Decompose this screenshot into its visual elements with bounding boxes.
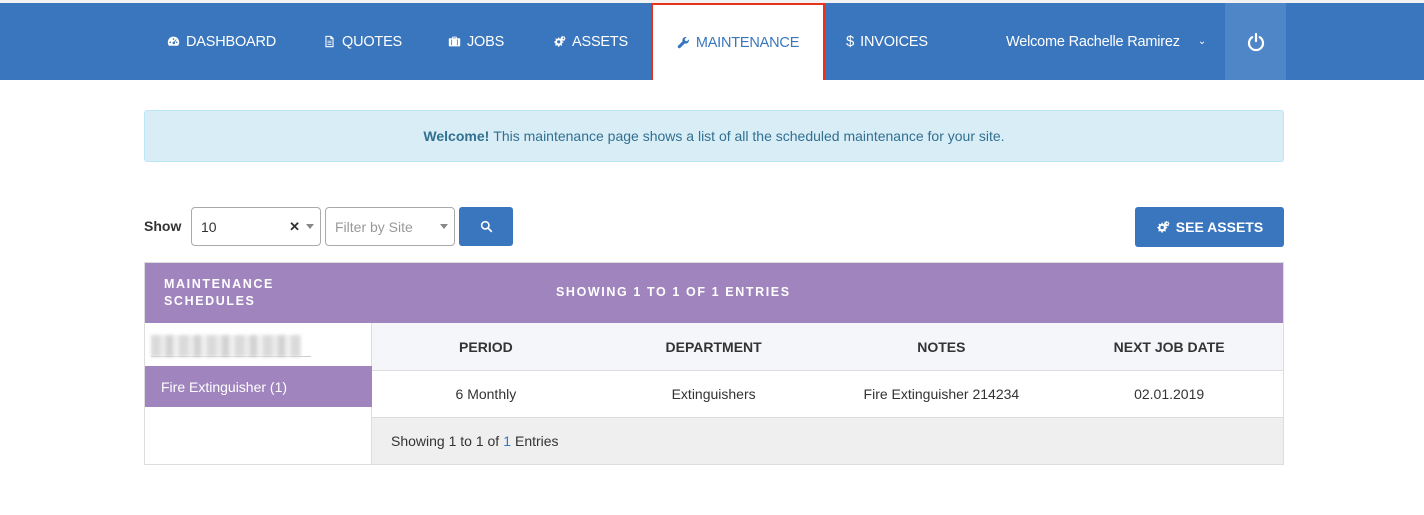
cell-period: 6 Monthly xyxy=(455,386,517,402)
cell-department: Extinguishers xyxy=(671,386,756,402)
column-header-period[interactable]: PERIOD xyxy=(372,323,600,370)
caret-down-icon xyxy=(306,224,314,229)
nav-maintenance-label: MAINTENANCE xyxy=(695,34,800,51)
table-row[interactable]: 6 Monthly Extinguishers Fire Extinguishe… xyxy=(372,371,1283,418)
caret-down-icon xyxy=(440,224,448,229)
cogs-icon xyxy=(1157,220,1170,233)
nav-dashboard-label: DASHBOARD xyxy=(186,33,277,50)
page-size-select[interactable]: 10 ✕ xyxy=(191,207,321,246)
sidebar-search-field[interactable] xyxy=(151,335,311,357)
footer-prefix: Showing 1 to 1 of xyxy=(391,433,500,449)
nav-assets[interactable]: ASSETS xyxy=(553,3,628,80)
table-footer: Showing 1 to 1 of 1 Entries xyxy=(372,418,1283,464)
cogs-icon xyxy=(554,35,566,47)
page-size-value: 10 xyxy=(201,218,217,235)
see-assets-button[interactable]: SEE ASSETS xyxy=(1135,207,1284,247)
entries-summary: SHOWING 1 TO 1 OF 1 ENTRIES xyxy=(556,285,791,299)
dashboard-icon xyxy=(167,36,180,46)
panel-title: MAINTENANCE SCHEDULES xyxy=(164,277,274,308)
nav-assets-label: ASSETS xyxy=(572,33,629,50)
column-header-department[interactable]: DEPARTMENT xyxy=(600,323,828,370)
cell-notes: Fire Extinguisher 214234 xyxy=(863,386,1020,402)
wrench-icon xyxy=(677,37,689,49)
clear-icon[interactable]: ✕ xyxy=(289,219,300,235)
footer-suffix: Entries xyxy=(514,433,559,449)
welcome-alert: Welcome! This maintenance page shows a l… xyxy=(144,110,1284,162)
dollar-icon: $ xyxy=(846,33,855,50)
nav-dashboard[interactable]: DASHBOARD xyxy=(167,3,276,80)
footer-page-link[interactable]: 1 xyxy=(503,433,511,449)
cell-next-job-date: 02.01.2019 xyxy=(1134,386,1205,402)
alert-text: This maintenance page shows a list of al… xyxy=(493,128,1005,144)
search-button[interactable] xyxy=(459,207,513,246)
power-icon xyxy=(1247,32,1264,51)
document-icon xyxy=(325,35,334,48)
panel-header: MAINTENANCE SCHEDULES SHOWING 1 TO 1 OF … xyxy=(145,263,1283,323)
redacted-text xyxy=(151,335,301,357)
nav-quotes-label: QUOTES xyxy=(342,33,403,50)
site-filter-placeholder: Filter by Site xyxy=(335,218,413,235)
user-menu[interactable]: Welcome Rachelle Ramirez ⌄ xyxy=(1006,3,1206,80)
nav-invoices-label: INVOICES xyxy=(860,33,928,50)
nav-invoices[interactable]: $ INVOICES xyxy=(846,3,928,80)
alert-strong: Welcome! xyxy=(423,128,490,144)
briefcase-icon xyxy=(448,36,461,47)
column-header-notes[interactable]: NOTES xyxy=(828,323,1056,370)
sidebar-item-fire-extinguisher[interactable]: Fire Extinguisher (1) xyxy=(145,366,372,407)
welcome-text: Welcome Rachelle Ramirez xyxy=(1006,33,1180,50)
nav-jobs[interactable]: JOBS xyxy=(448,3,504,80)
chevron-down-icon: ⌄ xyxy=(1197,36,1207,47)
column-header-next-job-date[interactable]: NEXT JOB DATE xyxy=(1055,323,1283,370)
schedule-table: PERIOD DEPARTMENT NOTES NEXT JOB DATE 6 … xyxy=(372,323,1283,464)
nav-quotes[interactable]: QUOTES xyxy=(323,3,402,80)
nav-maintenance[interactable]: MAINTENANCE xyxy=(651,3,825,80)
show-label: Show xyxy=(144,218,182,234)
table-header: PERIOD DEPARTMENT NOTES NEXT JOB DATE xyxy=(372,323,1283,371)
search-icon xyxy=(480,220,492,233)
maintenance-panel: MAINTENANCE SCHEDULES SHOWING 1 TO 1 OF … xyxy=(144,262,1284,465)
nav-jobs-label: JOBS xyxy=(467,33,505,50)
site-filter-select[interactable]: Filter by Site xyxy=(325,207,455,246)
see-assets-label: SEE ASSETS xyxy=(1175,219,1264,235)
schedule-sidebar: Fire Extinguisher (1) xyxy=(145,323,372,464)
logout-button[interactable] xyxy=(1225,3,1286,80)
